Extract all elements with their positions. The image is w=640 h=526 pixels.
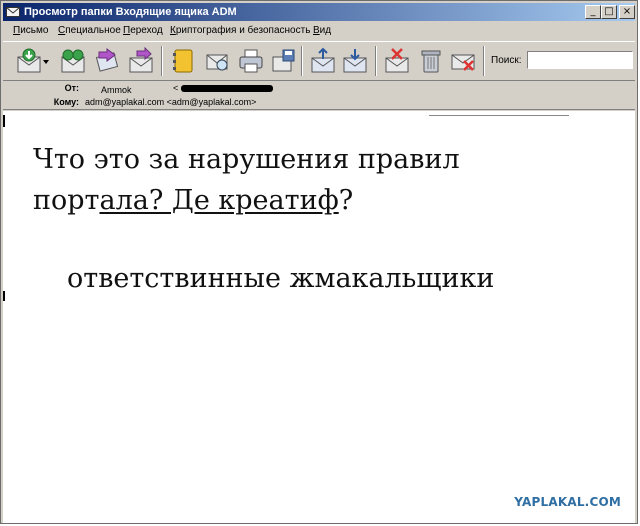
menu-crypto[interactable]: Криптография и безопасность [170,25,310,36]
message-line-3: ответствинные жмакальщики [67,263,495,294]
message-line-2: портала? Де креатиф? [33,185,354,216]
toolbar-separator [375,46,377,76]
print-icon[interactable] [237,47,265,75]
forward-icon[interactable] [127,47,155,75]
redacted-email [181,85,273,92]
delete-icon[interactable] [383,47,411,75]
block-sender-icon[interactable] [449,47,477,75]
minimize-button[interactable]: _ [585,5,601,19]
to-label: Кому: [53,97,79,107]
trash-icon[interactable] [417,47,445,75]
message-header: От: Ammok < Кому: adm@yaplakal.com <adm@… [3,81,635,110]
message-text: Что это за нарушения правил портала? Де … [33,139,460,221]
menu-view[interactable]: Вид [313,25,331,36]
search-label: Поиск: [491,55,522,66]
message-line-1: Что это за нарушения правил [33,144,460,175]
menu-go[interactable]: Переход [123,25,163,36]
underlined-text: ала? Де креатиф [99,185,339,216]
receive-send-icon[interactable] [59,47,87,75]
print-preview-icon[interactable] [203,47,231,75]
move-icon[interactable] [309,47,337,75]
close-button[interactable]: × [619,5,635,19]
copy-icon[interactable] [341,47,369,75]
email-window: Просмотр папки Входящие ящика ADM _ □ × … [0,0,638,524]
toolbar-separator [301,46,303,76]
dropdown-arrow-icon[interactable] [41,47,51,75]
toolbar-separator [161,46,163,76]
menu-letter[interactable]: Письмо [13,25,48,36]
window-title: Просмотр папки Входящие ящика ADM [24,6,237,18]
reply-icon[interactable] [93,47,121,75]
get-mail-icon[interactable] [15,47,43,75]
margin-mark [3,291,5,301]
watermark: YAPLAKAL.COM [514,495,621,509]
maximize-button[interactable]: □ [601,5,617,19]
address-book-icon[interactable] [169,47,197,75]
menu-bar: Письмо Специальное Переход Криптография … [3,22,635,40]
from-value[interactable]: Ammok [101,85,132,95]
search-input[interactable] [527,51,633,69]
from-label: От: [64,83,79,93]
from-email-bracket: < [173,83,179,93]
margin-mark [429,115,569,116]
save-icon[interactable] [269,47,297,75]
to-value[interactable]: adm@yaplakal.com <adm@yaplakal.com> [85,97,256,107]
toolbar-separator [483,46,485,76]
title-bar: Просмотр папки Входящие ящика ADM _ □ × [3,3,635,21]
message-body: Что это за нарушения правил портала? Де … [3,111,635,523]
margin-mark [3,115,5,127]
menu-special[interactable]: Специальное [58,25,121,36]
mail-folder-icon [6,7,20,17]
toolbar: Поиск: [3,41,635,81]
